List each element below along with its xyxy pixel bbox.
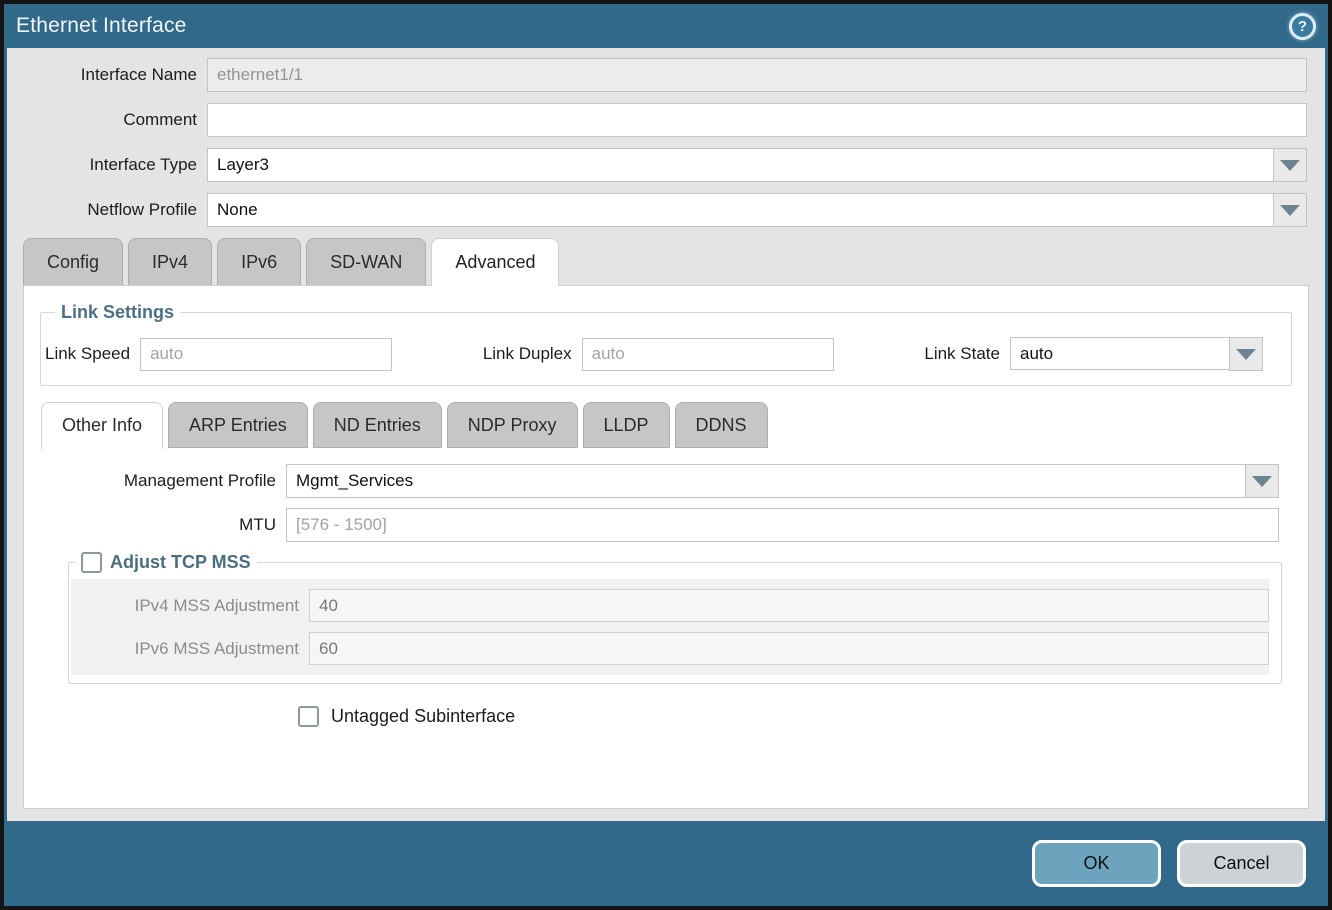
adjust-tcp-mss-legend: Adjust TCP MSS <box>75 552 257 573</box>
management-profile-label: Management Profile <box>24 471 286 491</box>
title-bar: Ethernet Interface ? <box>4 4 1328 48</box>
link-state-dropdown-button[interactable] <box>1229 337 1263 371</box>
link-speed-label: Link Speed <box>45 344 140 364</box>
footer-bar: OK Cancel <box>4 821 1328 906</box>
link-settings-legend: Link Settings <box>55 302 180 323</box>
netflow-profile-dropdown-button[interactable] <box>1273 193 1307 227</box>
ipv4-mss-label: IPv4 MSS Adjustment <box>71 596 309 616</box>
link-duplex-label: Link Duplex <box>483 344 582 364</box>
link-duplex-field[interactable] <box>582 338 834 371</box>
tab-sdwan[interactable]: SD-WAN <box>306 238 426 285</box>
untagged-subinterface-row: Untagged Subinterface <box>298 706 1308 727</box>
comment-field[interactable] <box>207 103 1307 137</box>
ipv4-mss-row: IPv4 MSS Adjustment <box>71 589 1269 622</box>
subtab-ndp-proxy[interactable]: NDP Proxy <box>447 402 578 448</box>
interface-type-dropdown[interactable] <box>207 148 1307 182</box>
subtab-other-info[interactable]: Other Info <box>41 402 163 449</box>
link-state-field[interactable] <box>1010 337 1229 370</box>
interface-type-field[interactable] <box>207 148 1273 182</box>
adjust-tcp-mss-legend-text: Adjust TCP MSS <box>110 552 251 573</box>
cancel-button[interactable]: Cancel <box>1177 840 1306 887</box>
chevron-down-icon <box>1236 349 1256 360</box>
dialog-title: Ethernet Interface <box>16 14 187 38</box>
netflow-profile-dropdown[interactable] <box>207 193 1307 227</box>
tab-ipv6[interactable]: IPv6 <box>217 238 301 285</box>
adjust-tcp-mss-checkbox[interactable] <box>81 552 102 573</box>
tab-advanced[interactable]: Advanced <box>431 238 559 286</box>
management-profile-dropdown-button[interactable] <box>1245 464 1279 498</box>
subtab-lldp[interactable]: LLDP <box>583 402 670 448</box>
ipv6-mss-row: IPv6 MSS Adjustment <box>71 632 1269 665</box>
interface-name-field <box>207 58 1307 92</box>
link-state-dropdown[interactable] <box>1010 337 1263 371</box>
untagged-subinterface-label: Untagged Subinterface <box>331 706 515 727</box>
advanced-subtab-bar: Other Info ARP Entries ND Entries NDP Pr… <box>24 402 1308 448</box>
untagged-subinterface-checkbox[interactable] <box>298 706 319 727</box>
chevron-down-icon <box>1280 160 1300 171</box>
ipv4-mss-field <box>309 589 1269 622</box>
mtu-label: MTU <box>24 515 286 535</box>
interface-name-row: Interface Name <box>7 58 1307 92</box>
tab-ipv4[interactable]: IPv4 <box>128 238 212 285</box>
advanced-tab-panel: Link Settings Link Speed Link Duplex Lin… <box>23 285 1309 809</box>
chevron-down-icon <box>1252 476 1272 487</box>
help-icon[interactable]: ? <box>1289 13 1316 40</box>
subtab-nd-entries[interactable]: ND Entries <box>313 402 442 448</box>
management-profile-field[interactable] <box>286 464 1245 498</box>
ipv6-mss-field <box>309 632 1269 665</box>
subtab-arp-entries[interactable]: ARP Entries <box>168 402 308 448</box>
subtab-ddns[interactable]: DDNS <box>675 402 768 448</box>
ethernet-interface-dialog: Ethernet Interface ? Interface Name Comm… <box>0 0 1332 910</box>
management-profile-row: Management Profile <box>24 464 1279 498</box>
main-tab-bar: Config IPv4 IPv6 SD-WAN Advanced <box>7 238 1325 285</box>
other-info-panel: Management Profile MTU <box>24 448 1308 727</box>
link-settings-group: Link Settings Link Speed Link Duplex Lin… <box>40 302 1292 386</box>
interface-name-label: Interface Name <box>7 65 207 85</box>
mtu-field[interactable] <box>286 508 1279 542</box>
ok-button[interactable]: OK <box>1032 840 1161 887</box>
interface-type-row: Interface Type <box>7 148 1307 182</box>
mss-fields-block: IPv4 MSS Adjustment IPv6 MSS Adjustment <box>71 579 1269 675</box>
chevron-down-icon <box>1280 205 1300 216</box>
comment-label: Comment <box>7 110 207 130</box>
mtu-row: MTU <box>24 508 1279 542</box>
link-speed-field[interactable] <box>140 338 392 371</box>
management-profile-dropdown[interactable] <box>286 464 1279 498</box>
ipv6-mss-label: IPv6 MSS Adjustment <box>71 639 309 659</box>
interface-type-label: Interface Type <box>7 155 207 175</box>
netflow-profile-field[interactable] <box>207 193 1273 227</box>
tab-config[interactable]: Config <box>23 238 123 285</box>
netflow-profile-label: Netflow Profile <box>7 200 207 220</box>
adjust-tcp-mss-group: Adjust TCP MSS IPv4 MSS Adjustment IPv6 … <box>68 552 1282 684</box>
comment-row: Comment <box>7 103 1307 137</box>
interface-type-dropdown-button[interactable] <box>1273 148 1307 182</box>
dialog-body: Interface Name Comment Interface Type <box>7 48 1325 821</box>
netflow-profile-row: Netflow Profile <box>7 193 1307 227</box>
link-state-label: Link State <box>924 344 1010 364</box>
